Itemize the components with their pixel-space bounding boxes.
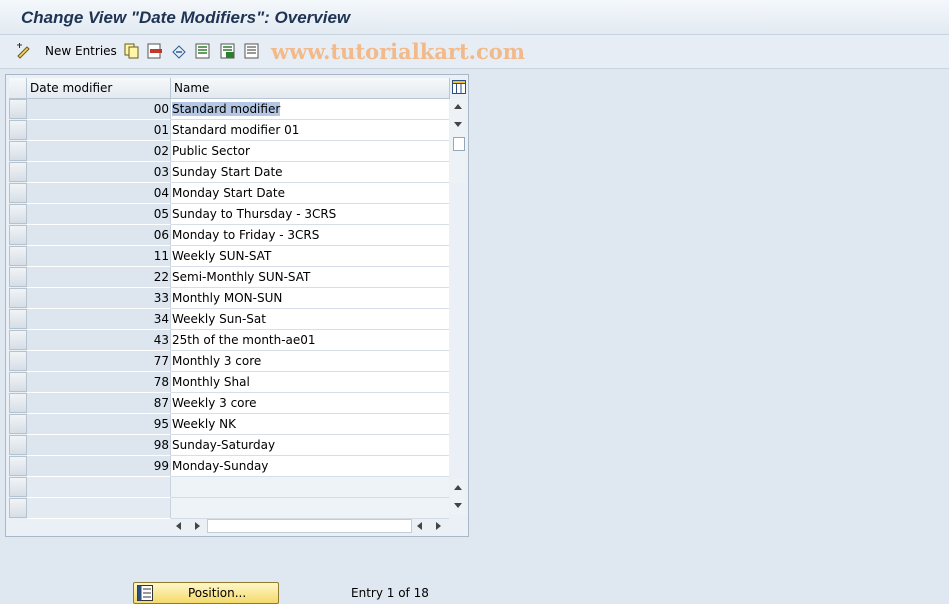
- column-header-name[interactable]: Name: [171, 78, 450, 99]
- row-selector[interactable]: [9, 120, 27, 140]
- name-cell[interactable]: Monthly MON-SUN: [171, 288, 449, 309]
- select-all-icon[interactable]: [195, 43, 211, 59]
- name-cell[interactable]: [171, 477, 449, 498]
- date-modifier-cell: 78: [27, 372, 171, 393]
- row-selector[interactable]: [9, 246, 27, 266]
- date-modifier-cell: [27, 477, 171, 498]
- row-selector[interactable]: [9, 435, 27, 455]
- name-cell[interactable]: Standard modifier: [171, 99, 449, 120]
- name-cell[interactable]: 25th of the month-ae01: [171, 330, 449, 351]
- change-display-icon[interactable]: [16, 43, 32, 59]
- date-modifier-cell: 33: [27, 288, 171, 309]
- date-modifier-cell: 43: [27, 330, 171, 351]
- date-modifier-cell: 99: [27, 456, 171, 477]
- row-selector[interactable]: [9, 414, 27, 434]
- column-header-date-modifier[interactable]: Date modifier: [27, 78, 171, 99]
- row-selector[interactable]: [9, 225, 27, 245]
- scroll-right-end-arrow-icon[interactable]: [436, 522, 441, 530]
- name-cell[interactable]: Monday-Sunday: [171, 456, 449, 477]
- date-modifier-cell: 00: [27, 99, 171, 120]
- vertical-scrollbar-bottom[interactable]: [450, 479, 467, 515]
- row-selector[interactable]: [9, 456, 27, 476]
- undo-icon[interactable]: [171, 43, 187, 59]
- date-modifier-cell: 11: [27, 246, 171, 267]
- page-up-arrow-icon[interactable]: [454, 485, 462, 490]
- date-modifier-cell: 06: [27, 225, 171, 246]
- date-modifier-cell: 04: [27, 183, 171, 204]
- date-modifier-cell: 01: [27, 120, 171, 141]
- row-selector[interactable]: [9, 330, 27, 350]
- name-cell[interactable]: Sunday-Saturday: [171, 435, 449, 456]
- date-modifier-cell: 22: [27, 267, 171, 288]
- row-selector[interactable]: [9, 393, 27, 413]
- vertical-scrollbar-top[interactable]: [450, 99, 467, 183]
- row-selector[interactable]: [9, 141, 27, 161]
- row-selector[interactable]: [9, 99, 27, 119]
- scroll-right-arrow-icon[interactable]: [195, 522, 200, 530]
- position-button[interactable]: Position...: [133, 582, 279, 604]
- row-selector[interactable]: [9, 267, 27, 287]
- selected-text: Standard modifier: [172, 102, 281, 116]
- scroll-up-arrow-icon[interactable]: [454, 104, 462, 109]
- date-modifier-cell: [27, 498, 171, 519]
- name-cell[interactable]: Standard modifier 01: [171, 120, 449, 141]
- table-control: Date modifier Name 00 Standard modifier 01…: [5, 74, 469, 537]
- entry-counter: Entry 1 of 18: [351, 586, 429, 600]
- row-selector[interactable]: [9, 204, 27, 224]
- name-cell[interactable]: Sunday to Thursday - 3CRS: [171, 204, 449, 225]
- row-selector[interactable]: [9, 288, 27, 308]
- select-all-rows-button[interactable]: [9, 78, 27, 99]
- select-block-icon[interactable]: [220, 43, 236, 59]
- name-cell[interactable]: Sunday Start Date: [171, 162, 449, 183]
- date-modifier-cell: 77: [27, 351, 171, 372]
- date-modifier-cell: 98: [27, 435, 171, 456]
- date-modifier-cell: 02: [27, 141, 171, 162]
- row-selector[interactable]: [9, 498, 27, 518]
- position-button-label: Position...: [188, 586, 247, 600]
- date-modifier-cell: 95: [27, 414, 171, 435]
- delete-icon[interactable]: [147, 43, 163, 59]
- window-title: Change View "Date Modifiers": Overview: [21, 8, 351, 27]
- name-cell[interactable]: Weekly Sun-Sat: [171, 309, 449, 330]
- page-down-arrow-icon[interactable]: [454, 503, 462, 508]
- name-cell[interactable]: Weekly 3 core: [171, 393, 449, 414]
- deselect-all-icon[interactable]: [244, 43, 260, 59]
- table-settings-icon[interactable]: [452, 80, 466, 94]
- horizontal-scroll-track[interactable]: [207, 519, 412, 533]
- title-bar: Change View "Date Modifiers": Overview: [0, 0, 949, 35]
- name-cell[interactable]: [171, 498, 449, 519]
- application-toolbar: New Entries www.tutorialkart.com: [0, 35, 949, 69]
- name-cell[interactable]: Weekly SUN-SAT: [171, 246, 449, 267]
- scroll-left-arrow-icon[interactable]: [176, 522, 181, 530]
- scroll-thumb[interactable]: [453, 137, 465, 151]
- date-modifier-cell: 87: [27, 393, 171, 414]
- position-icon: [137, 585, 153, 601]
- name-cell[interactable]: Monday Start Date: [171, 183, 449, 204]
- copy-icon[interactable]: [124, 43, 140, 59]
- date-modifier-cell: 05: [27, 204, 171, 225]
- name-cell[interactable]: Monthly 3 core: [171, 351, 449, 372]
- name-cell[interactable]: Public Sector: [171, 141, 449, 162]
- scroll-left-end-arrow-icon[interactable]: [417, 522, 422, 530]
- date-modifier-cell: 34: [27, 309, 171, 330]
- name-cell[interactable]: Weekly NK: [171, 414, 449, 435]
- watermark: www.tutorialkart.com: [271, 39, 525, 64]
- new-entries-button[interactable]: New Entries: [45, 44, 117, 58]
- row-selector[interactable]: [9, 162, 27, 182]
- row-selector[interactable]: [9, 183, 27, 203]
- name-cell[interactable]: Semi-Monthly SUN-SAT: [171, 267, 449, 288]
- row-selector[interactable]: [9, 351, 27, 371]
- row-selector[interactable]: [9, 309, 27, 329]
- row-selector[interactable]: [9, 372, 27, 392]
- horizontal-scrollbar[interactable]: [171, 519, 451, 533]
- name-cell[interactable]: Monthly Shal: [171, 372, 449, 393]
- name-cell[interactable]: Monday to Friday - 3CRS: [171, 225, 449, 246]
- date-modifier-cell: 03: [27, 162, 171, 183]
- row-selector[interactable]: [9, 477, 27, 497]
- scroll-down-arrow-icon[interactable]: [454, 122, 462, 127]
